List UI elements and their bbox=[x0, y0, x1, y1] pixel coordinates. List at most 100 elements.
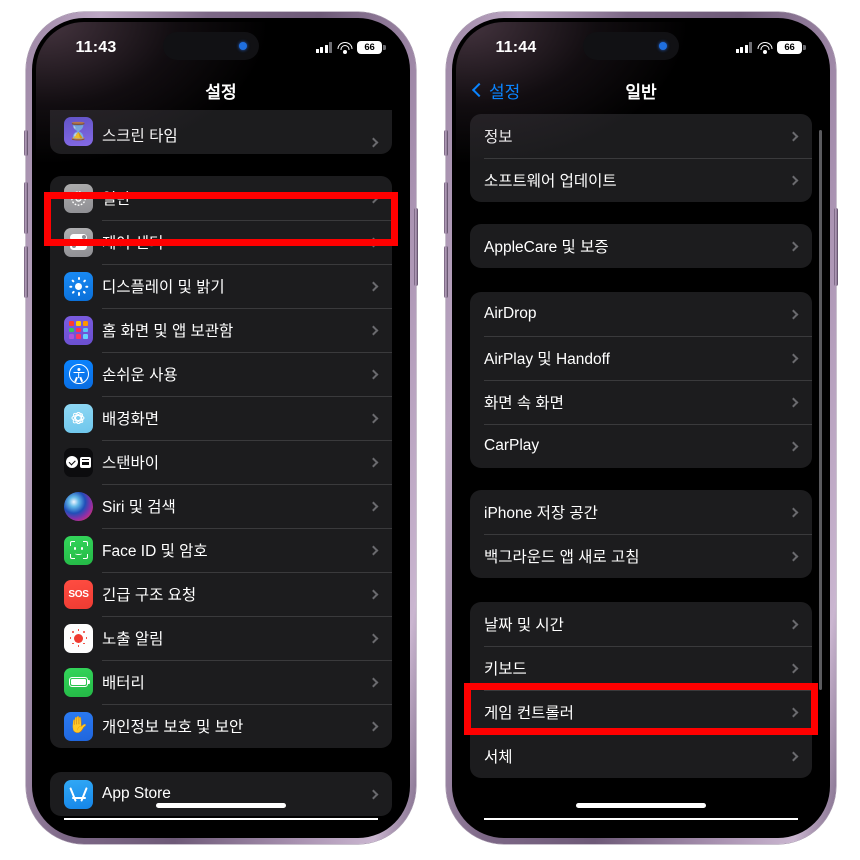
list-item-label: 손쉬운 사용 bbox=[102, 367, 178, 384]
volume-down-button[interactable] bbox=[444, 246, 448, 298]
list-item-keyboard[interactable]: 키보드 bbox=[470, 646, 812, 690]
exposure-glyph bbox=[69, 629, 88, 647]
list-item-screen-time[interactable]: ⌛ 스크린 타임 bbox=[50, 110, 392, 154]
battery-glyph bbox=[69, 677, 91, 687]
list-item-wallpaper[interactable]: 배경화면 bbox=[50, 396, 392, 440]
dynamic-island bbox=[163, 32, 259, 60]
gear-glyph bbox=[69, 189, 88, 208]
list-item-label: AirDrop bbox=[484, 305, 537, 322]
faceid-glyph bbox=[69, 541, 88, 559]
list-item-label: 디스플레이 및 밝기 bbox=[102, 279, 225, 296]
list-item-home-screen[interactable]: 홈 화면 및 앱 보관함 bbox=[50, 308, 392, 352]
status-time: 11:43 bbox=[75, 39, 117, 56]
dynamic-island-indicator-icon bbox=[659, 42, 667, 50]
sun-glyph bbox=[69, 276, 88, 296]
back-button[interactable]: 설정 bbox=[471, 78, 520, 103]
list-item-label: 긴급 구조 요청 bbox=[102, 587, 197, 604]
list-item-label: 백그라운드 앱 새로 고침 bbox=[484, 549, 640, 566]
volume-up-button[interactable] bbox=[24, 182, 28, 234]
hourglass-glyph: ⌛ bbox=[67, 122, 90, 141]
chevron-right-icon bbox=[788, 707, 799, 717]
standby-glyph bbox=[66, 456, 91, 468]
chevron-right-icon bbox=[788, 551, 799, 561]
privacy-security-icon: ✋ bbox=[64, 711, 93, 741]
status-indicators: 66 bbox=[710, 38, 806, 54]
chevron-right-icon bbox=[788, 397, 799, 407]
home-indicator bbox=[156, 803, 286, 808]
app-grid-glyph bbox=[69, 320, 88, 340]
cellular-bars-icon bbox=[315, 42, 332, 53]
sos-glyph: SOS bbox=[68, 588, 89, 600]
chevron-right-icon bbox=[368, 413, 379, 423]
emergency-sos-icon: SOS bbox=[64, 579, 93, 609]
list-item-label: 스탠바이 bbox=[102, 455, 160, 472]
appstore-glyph bbox=[68, 785, 89, 804]
display-brightness-icon bbox=[64, 271, 93, 301]
cellular-bars-icon bbox=[735, 42, 752, 53]
list-item-battery[interactable]: 배터리 bbox=[50, 660, 392, 704]
list-item-game-controller[interactable]: 게임 컨트롤러 bbox=[470, 690, 812, 734]
list-item-date-time[interactable]: 날짜 및 시간 bbox=[470, 602, 812, 646]
chevron-right-icon bbox=[368, 457, 379, 467]
list-item-privacy-security[interactable]: ✋ 개인정보 보호 및 보안 bbox=[50, 704, 392, 748]
chevron-left-icon bbox=[471, 82, 487, 98]
list-item-label: 배터리 bbox=[102, 675, 145, 692]
battery-settings-icon bbox=[64, 667, 93, 697]
chevron-right-icon bbox=[368, 677, 379, 687]
list-item-fonts[interactable]: 서체 bbox=[470, 734, 812, 778]
silent-switch[interactable] bbox=[24, 130, 28, 156]
settings-list[interactable]: 정보 소프트웨어 업데이트 AppleCare 및 보증 AirDrop Air… bbox=[456, 114, 826, 834]
nav-bar: 설정 일반 bbox=[456, 70, 826, 110]
list-item-software-update[interactable]: 소프트웨어 업데이트 bbox=[470, 158, 812, 202]
list-item-about[interactable]: 정보 bbox=[470, 114, 812, 158]
silent-switch[interactable] bbox=[444, 130, 448, 156]
dynamic-island bbox=[583, 32, 679, 60]
page-title: 설정 bbox=[205, 82, 237, 102]
list-item-siri-search[interactable]: Siri 및 검색 bbox=[50, 484, 392, 528]
chevron-right-icon bbox=[788, 663, 799, 673]
chevron-right-icon bbox=[368, 721, 379, 731]
list-item-exposure-notifications[interactable]: 노출 알림 bbox=[50, 616, 392, 660]
dynamic-island-indicator-icon bbox=[239, 42, 247, 50]
list-item-control-center[interactable]: 제어 센터 bbox=[50, 220, 392, 264]
list-item-iphone-storage[interactable]: iPhone 저장 공간 bbox=[470, 490, 812, 534]
list-item-emergency-sos[interactable]: SOS 긴급 구조 요청 bbox=[50, 572, 392, 616]
chevron-right-icon bbox=[368, 137, 379, 148]
settings-group: 일반 제어 센터 디스플레이 및 밝기 홈 화면 및 앱 보관함 손쉬운 사용 … bbox=[50, 176, 392, 748]
control-center-icon bbox=[64, 227, 93, 257]
flower-glyph bbox=[69, 409, 88, 428]
list-item-picture-in-picture[interactable]: 화면 속 화면 bbox=[470, 380, 812, 424]
power-button[interactable] bbox=[414, 208, 418, 286]
status-indicators: 66 bbox=[290, 38, 386, 54]
list-item-label: 소프트웨어 업데이트 bbox=[484, 173, 617, 190]
person-glyph bbox=[68, 364, 89, 384]
list-item-applecare[interactable]: AppleCare 및 보증 bbox=[470, 224, 812, 268]
chevron-right-icon bbox=[788, 353, 799, 363]
list-item-carplay[interactable]: CarPlay bbox=[470, 424, 812, 468]
list-item-accessibility[interactable]: 손쉬운 사용 bbox=[50, 352, 392, 396]
chevron-right-icon bbox=[788, 751, 799, 761]
home-screen-icon bbox=[64, 315, 93, 345]
list-item-airdrop[interactable]: AirDrop bbox=[470, 292, 812, 336]
chevron-right-icon bbox=[368, 281, 379, 291]
volume-down-button[interactable] bbox=[24, 246, 28, 298]
list-item-label: 일반 bbox=[102, 191, 131, 208]
list-item-general[interactable]: 일반 bbox=[50, 176, 392, 220]
chevron-right-icon bbox=[368, 369, 379, 379]
settings-list[interactable]: ⌛ 스크린 타임 일반 제어 센터 디스플레이 및 밝기 홈 화면 및 앱 보관… bbox=[36, 110, 406, 834]
face-id-icon bbox=[64, 535, 93, 565]
chevron-right-icon bbox=[788, 507, 799, 517]
list-item-airplay-handoff[interactable]: AirPlay 및 Handoff bbox=[470, 336, 812, 380]
list-item-display-brightness[interactable]: 디스플레이 및 밝기 bbox=[50, 264, 392, 308]
settings-group: 정보 소프트웨어 업데이트 bbox=[470, 114, 812, 202]
list-item-background-app-refresh[interactable]: 백그라운드 앱 새로 고침 bbox=[470, 534, 812, 578]
list-item-face-id[interactable]: Face ID 및 암호 bbox=[50, 528, 392, 572]
scroll-indicator[interactable] bbox=[819, 130, 822, 690]
list-item-standby[interactable]: 스탠바이 bbox=[50, 440, 392, 484]
siri-icon bbox=[64, 491, 93, 521]
list-item-label: CarPlay bbox=[484, 437, 540, 454]
volume-up-button[interactable] bbox=[444, 182, 448, 234]
list-item-label: Siri 및 검색 bbox=[102, 499, 176, 516]
list-item-app-store[interactable]: App Store bbox=[50, 772, 392, 816]
power-button[interactable] bbox=[834, 208, 838, 286]
